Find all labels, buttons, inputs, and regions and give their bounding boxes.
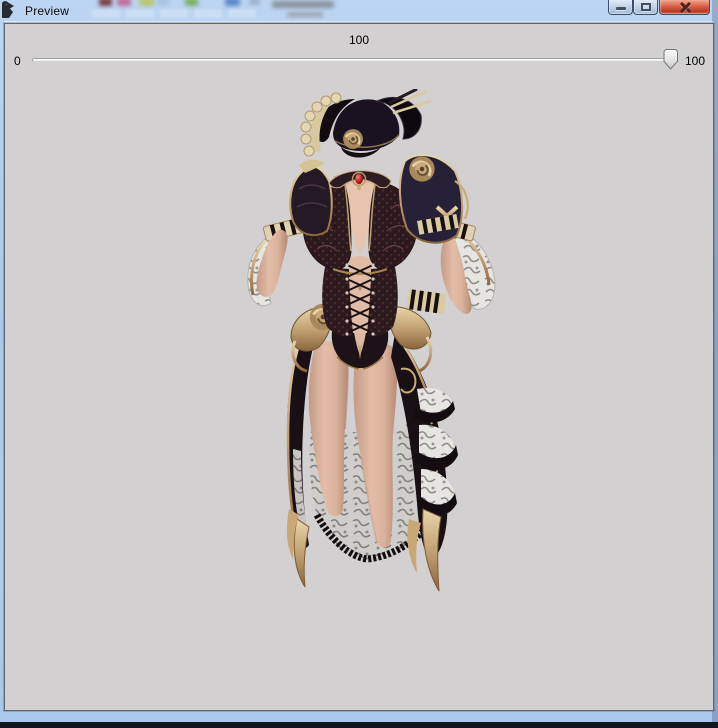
desktop-background: Preview 100 0 xyxy=(0,0,718,728)
model-viewport[interactable] xyxy=(5,24,713,710)
window-frame: Preview 100 0 xyxy=(0,0,718,722)
minimize-icon xyxy=(616,7,626,10)
close-button[interactable] xyxy=(659,0,710,15)
app-icon[interactable] xyxy=(2,1,17,18)
minimize-button[interactable] xyxy=(608,0,633,15)
maximize-icon xyxy=(641,3,651,11)
titlebar[interactable]: Preview xyxy=(0,0,718,22)
preview-client-area: 100 0 100 xyxy=(4,23,714,711)
close-icon xyxy=(680,2,691,12)
maximize-button[interactable] xyxy=(633,0,658,15)
window-title: Preview xyxy=(25,4,69,18)
character-model-render xyxy=(241,89,501,601)
